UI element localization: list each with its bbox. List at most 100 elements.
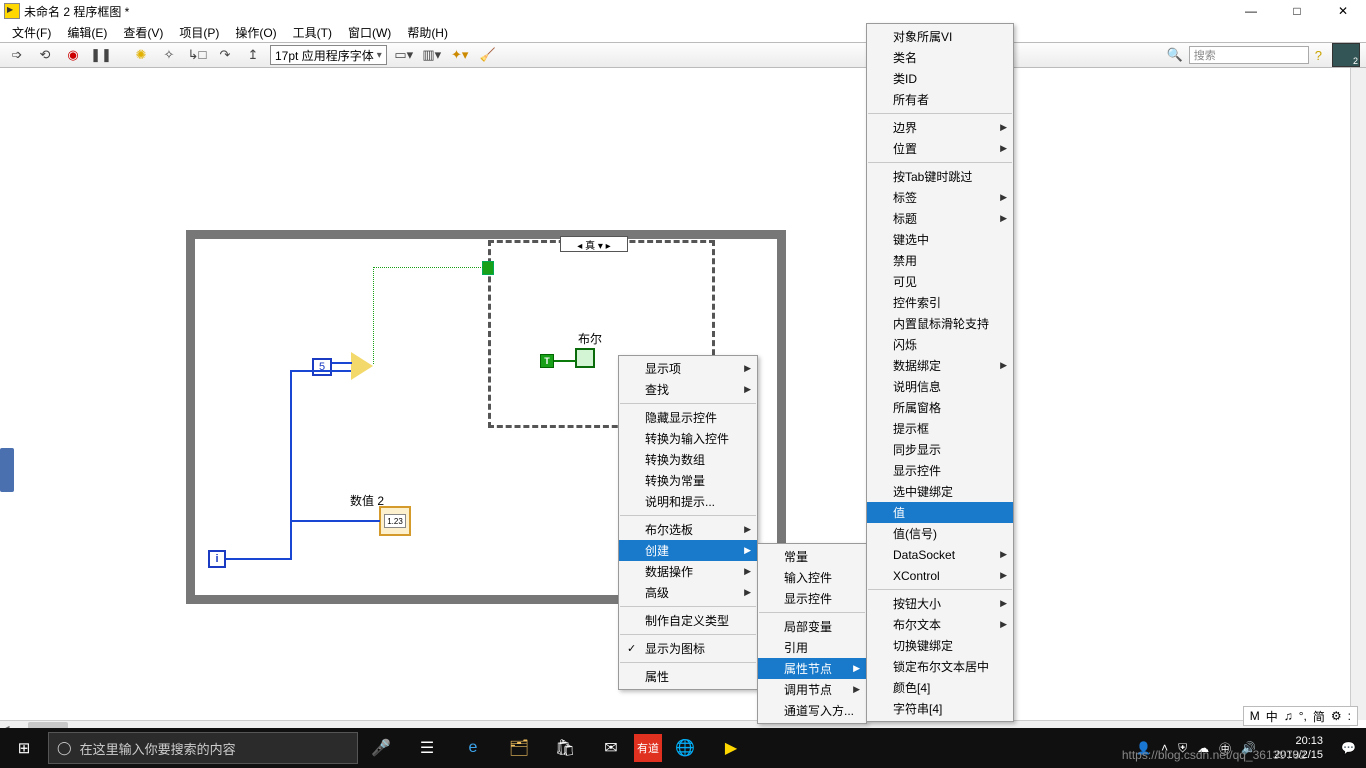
edge-icon[interactable]: e: [450, 728, 496, 768]
menu-item[interactable]: 说明和提示...: [619, 491, 757, 512]
menu-edit[interactable]: 编辑(E): [61, 22, 113, 43]
start-button[interactable]: ⊞: [0, 728, 48, 768]
step-into-button[interactable]: ↳□: [186, 45, 208, 65]
case-tunnel[interactable]: [482, 261, 494, 275]
menu-item[interactable]: 边界: [867, 117, 1013, 138]
menu-item[interactable]: 隐藏显示控件: [619, 407, 757, 428]
case-selector[interactable]: ◂ 真 ▾ ▸: [560, 236, 628, 252]
menu-item[interactable]: 控件索引: [867, 292, 1013, 313]
loop-iteration-terminal[interactable]: i: [208, 550, 226, 568]
wire-green[interactable]: [373, 267, 374, 364]
menu-item[interactable]: 切换键绑定: [867, 635, 1013, 656]
step-over-button[interactable]: ↷: [214, 45, 236, 65]
maximize-button[interactable]: □: [1274, 0, 1320, 22]
retain-wire-button[interactable]: ✧: [158, 45, 180, 65]
menu-item[interactable]: 调用节点: [758, 679, 866, 700]
menu-item[interactable]: 显示为图标: [619, 638, 757, 659]
menu-item[interactable]: 引用: [758, 637, 866, 658]
taskview-icon[interactable]: ☰: [404, 728, 450, 768]
ime-gear-icon[interactable]: ⚙: [1331, 709, 1342, 723]
menu-item[interactable]: 位置: [867, 138, 1013, 159]
menu-item[interactable]: 所有者: [867, 89, 1013, 110]
cleanup-button[interactable]: 🧹: [477, 45, 499, 65]
mic-icon[interactable]: 🎤: [358, 728, 404, 768]
menu-item[interactable]: 提示框: [867, 418, 1013, 439]
menu-project[interactable]: 项目(P): [173, 22, 225, 43]
vi-icon[interactable]: [1332, 43, 1360, 67]
wire[interactable]: [290, 370, 292, 560]
menu-item[interactable]: 查找: [619, 379, 757, 400]
close-button[interactable]: ✕: [1320, 0, 1366, 22]
run-button[interactable]: ➩: [6, 45, 28, 65]
menu-help[interactable]: 帮助(H): [401, 22, 454, 43]
ime-more[interactable]: :: [1348, 709, 1351, 723]
menu-item[interactable]: 类ID: [867, 68, 1013, 89]
menu-item[interactable]: 转换为数组: [619, 449, 757, 470]
menu-item[interactable]: 数据绑定: [867, 355, 1013, 376]
explorer-icon[interactable]: 🗂: [496, 728, 542, 768]
menu-item[interactable]: 属性: [619, 666, 757, 687]
menu-file[interactable]: 文件(F): [6, 22, 57, 43]
menu-item[interactable]: 创建: [619, 540, 757, 561]
menu-item[interactable]: 布尔文本: [867, 614, 1013, 635]
labview-taskbar-icon[interactable]: ▶: [708, 728, 754, 768]
taskbar-search[interactable]: ◯ 在这里输入你要搜索的内容: [48, 732, 358, 764]
menu-window[interactable]: 窗口(W): [342, 22, 397, 43]
menu-item[interactable]: 制作自定义类型: [619, 610, 757, 631]
wire[interactable]: [290, 370, 351, 372]
menu-item[interactable]: 同步显示: [867, 439, 1013, 460]
ime-music-icon[interactable]: ♫: [1284, 709, 1293, 723]
numeric-constant-5[interactable]: 5: [312, 358, 332, 376]
menu-item[interactable]: 颜色[4]: [867, 677, 1013, 698]
run-continuous-button[interactable]: ⟲: [34, 45, 56, 65]
menu-tools[interactable]: 工具(T): [287, 22, 338, 43]
menu-item[interactable]: 字符串[4]: [867, 698, 1013, 719]
help-icon[interactable]: ?: [1315, 48, 1322, 63]
numeric-indicator[interactable]: 1.23: [379, 506, 411, 536]
menu-item[interactable]: 内置鼠标滑轮支持: [867, 313, 1013, 334]
wire-green[interactable]: [373, 267, 485, 268]
wire[interactable]: [226, 558, 292, 560]
font-selector[interactable]: 17pt 应用程序字体: [270, 45, 387, 65]
menu-item[interactable]: 所属窗格: [867, 397, 1013, 418]
chrome-icon[interactable]: 🌐: [662, 728, 708, 768]
menu-item[interactable]: 值: [867, 502, 1013, 523]
menu-item[interactable]: 按钮大小: [867, 593, 1013, 614]
menu-item[interactable]: 常量: [758, 546, 866, 567]
distribute-button[interactable]: ▥▾: [421, 45, 443, 65]
menu-item[interactable]: 值(信号): [867, 523, 1013, 544]
ime-halfwidth[interactable]: °,: [1299, 709, 1307, 723]
menu-item[interactable]: 显示控件: [758, 588, 866, 609]
menu-item[interactable]: 局部变量: [758, 616, 866, 637]
menu-item[interactable]: 标签: [867, 187, 1013, 208]
menu-item[interactable]: 转换为常量: [619, 470, 757, 491]
menu-item[interactable]: 对象所属VI: [867, 26, 1013, 47]
menu-item[interactable]: 标题: [867, 208, 1013, 229]
search-input[interactable]: 搜索: [1189, 46, 1309, 64]
menu-item[interactable]: 显示项: [619, 358, 757, 379]
reorder-button[interactable]: ✦▾: [449, 45, 471, 65]
abort-button[interactable]: ◉: [62, 45, 84, 65]
menu-item[interactable]: 布尔选板: [619, 519, 757, 540]
menu-item[interactable]: 属性节点: [758, 658, 866, 679]
menu-item[interactable]: 锁定布尔文本居中: [867, 656, 1013, 677]
app-red-icon[interactable]: 有道: [634, 734, 662, 762]
pause-button[interactable]: ❚❚: [90, 45, 112, 65]
menu-item[interactable]: 可见: [867, 271, 1013, 292]
menu-view[interactable]: 查看(V): [117, 22, 169, 43]
align-button[interactable]: ▭▾: [393, 45, 415, 65]
menu-item[interactable]: 选中键绑定: [867, 481, 1013, 502]
step-out-button[interactable]: ↥: [242, 45, 264, 65]
highlight-exec-button[interactable]: ✺: [130, 45, 152, 65]
wire[interactable]: [332, 362, 352, 364]
vertical-scrollbar[interactable]: [1350, 68, 1366, 720]
boolean-indicator[interactable]: [575, 348, 595, 368]
menu-item[interactable]: 通道写入方...: [758, 700, 866, 721]
menu-item[interactable]: 按Tab键时跳过: [867, 166, 1013, 187]
menu-item[interactable]: 显示控件: [867, 460, 1013, 481]
wire[interactable]: [290, 520, 380, 522]
mail-icon[interactable]: ✉: [588, 728, 634, 768]
menu-item[interactable]: 禁用: [867, 250, 1013, 271]
menu-item[interactable]: 键选中: [867, 229, 1013, 250]
minimize-button[interactable]: —: [1228, 0, 1274, 22]
